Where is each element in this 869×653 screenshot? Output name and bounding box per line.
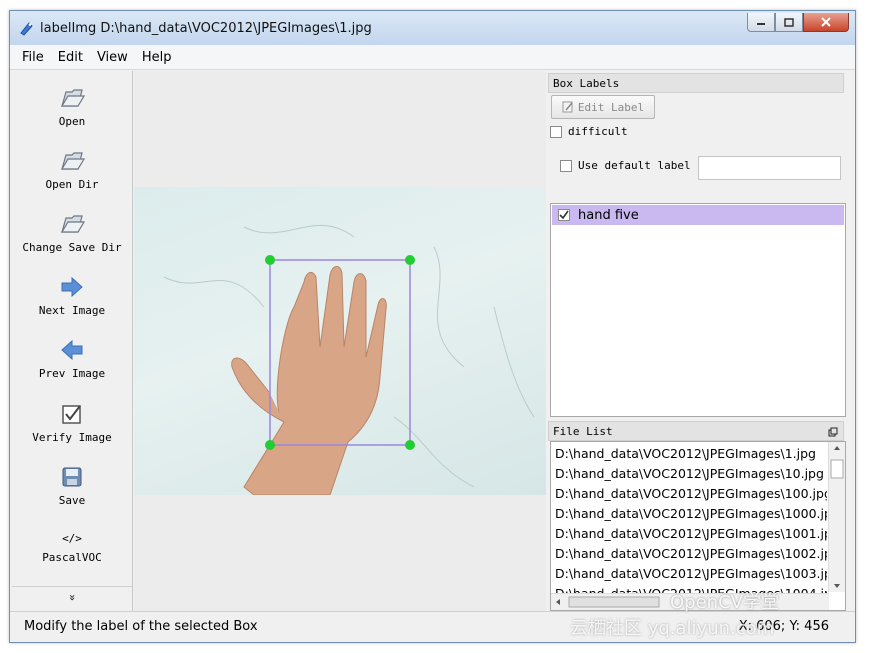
file-list-item[interactable]: D:\hand_data\VOC2012\JPEGImages\100.jpg — [555, 486, 827, 506]
label-list[interactable]: hand five — [550, 203, 846, 417]
open-button[interactable]: Open — [12, 85, 132, 128]
format-button[interactable]: </> PascalVOC — [12, 529, 132, 565]
verify-image-button[interactable]: Verify Image — [12, 401, 132, 444]
box-handle-bottom-left[interactable] — [265, 440, 275, 450]
file-list-item[interactable]: D:\hand_data\VOC2012\JPEGImages\1001.jpg — [555, 526, 827, 546]
folder-icon — [60, 215, 85, 233]
format-label: PascalVOC — [42, 551, 102, 564]
close-button[interactable] — [803, 13, 849, 32]
difficult-checkbox-box[interactable] — [550, 125, 562, 138]
open-dir-button[interactable]: Open Dir — [12, 148, 132, 191]
menu-edit[interactable]: Edit — [58, 50, 83, 65]
difficult-label: difficult — [568, 125, 628, 138]
file-list-title: File List — [548, 421, 844, 441]
edit-icon — [562, 101, 573, 113]
scrollbar-arrows-icon — [830, 446, 844, 588]
checkbox-icon — [62, 405, 81, 424]
label-item-checkbox[interactable] — [558, 209, 570, 221]
change-save-dir-button[interactable]: Change Save Dir — [12, 211, 132, 254]
file-list-item[interactable]: D:\hand_data\VOC2012\JPEGImages\1.jpg — [555, 446, 827, 466]
open-dir-label: Open Dir — [45, 178, 99, 191]
watermark-yunqi: 云栖社区 yq.aliyun.com — [570, 618, 775, 639]
check-icon — [559, 210, 569, 220]
image-canvas[interactable] — [134, 71, 546, 611]
prev-image-label: Prev Image — [38, 367, 106, 380]
save-label: Save — [58, 494, 86, 507]
file-list-item[interactable]: D:\hand_data\VOC2012\JPEGImages\10.jpg — [555, 466, 827, 486]
box-labels-title: Box Labels — [548, 73, 844, 93]
label-item-text: hand five — [578, 207, 639, 223]
save-button[interactable]: Save — [12, 464, 132, 507]
file-list-title-text: File List — [553, 425, 613, 438]
window-title: labelImg D:\hand_data\VOC2012\JPEGImages… — [40, 21, 372, 36]
edit-label-text: Edit Label — [577, 100, 645, 114]
verify-image-label: Verify Image — [32, 431, 112, 444]
menu-help[interactable]: Help — [142, 50, 172, 65]
arrow-right-icon — [61, 277, 83, 297]
prev-image-button[interactable]: Prev Image — [12, 337, 132, 380]
use-default-label-box[interactable] — [560, 159, 572, 172]
image-photo — [134, 187, 546, 495]
folder-icon — [60, 89, 85, 107]
close-icon — [821, 17, 831, 27]
toolbar: Open Open Dir Change Save Dir Next Image… — [12, 71, 133, 611]
next-image-label: Next Image — [38, 304, 106, 317]
title-bar: labelImg D:\hand_data\VOC2012\JPEGImages… — [10, 11, 855, 45]
file-list-item[interactable]: D:\hand_data\VOC2012\JPEGImages\1000.jpg — [555, 506, 827, 526]
toolbar-more-button[interactable]: » — [12, 586, 132, 604]
status-message: Modify the label of the selected Box — [24, 619, 258, 634]
use-default-label-text: Use default label — [578, 159, 691, 172]
file-list[interactable]: D:\hand_data\VOC2012\JPEGImages\1.jpg D:… — [550, 441, 846, 611]
box-handle-bottom-right[interactable] — [405, 440, 415, 450]
minimize-icon — [757, 23, 765, 25]
box-handle-top-right[interactable] — [405, 255, 415, 265]
right-dock: Box Labels Edit Label difficult Use defa… — [548, 71, 846, 611]
code-icon: </> — [62, 531, 82, 545]
box-handle-top-left[interactable] — [265, 255, 275, 265]
arrow-left-icon — [61, 340, 83, 360]
menu-file[interactable]: File — [22, 50, 44, 65]
app-window: labelImg D:\hand_data\VOC2012\JPEGImages… — [9, 10, 856, 643]
label-list-item[interactable]: hand five — [552, 205, 844, 225]
use-default-label-checkbox[interactable]: Use default label — [560, 159, 691, 172]
app-icon — [20, 22, 33, 36]
bounding-box[interactable] — [134, 187, 546, 495]
watermark-opencv: OpenCV学堂 — [670, 592, 779, 613]
window-controls — [747, 13, 849, 33]
menu-view[interactable]: View — [97, 50, 128, 65]
edit-label-button[interactable]: Edit Label — [551, 95, 655, 119]
menu-bar: File Edit View Help — [10, 45, 855, 70]
default-label-input[interactable] — [698, 156, 841, 180]
next-image-button[interactable]: Next Image — [12, 274, 132, 317]
save-icon — [62, 467, 82, 487]
file-list-vertical-scrollbar[interactable] — [828, 442, 845, 592]
file-list-item[interactable]: D:\hand_data\VOC2012\JPEGImages\1003.jpg — [555, 566, 827, 586]
file-list-item[interactable]: D:\hand_data\VOC2012\JPEGImages\1002.jpg — [555, 546, 827, 566]
more-icon: » — [65, 594, 79, 601]
folder-icon — [60, 152, 85, 170]
maximize-icon — [784, 17, 794, 27]
change-save-dir-label: Change Save Dir — [22, 241, 122, 254]
maximize-button[interactable] — [775, 13, 803, 32]
difficult-checkbox[interactable]: difficult — [550, 125, 628, 138]
float-dock-icon[interactable] — [828, 427, 838, 437]
open-label: Open — [58, 115, 86, 128]
minimize-button[interactable] — [747, 13, 775, 32]
